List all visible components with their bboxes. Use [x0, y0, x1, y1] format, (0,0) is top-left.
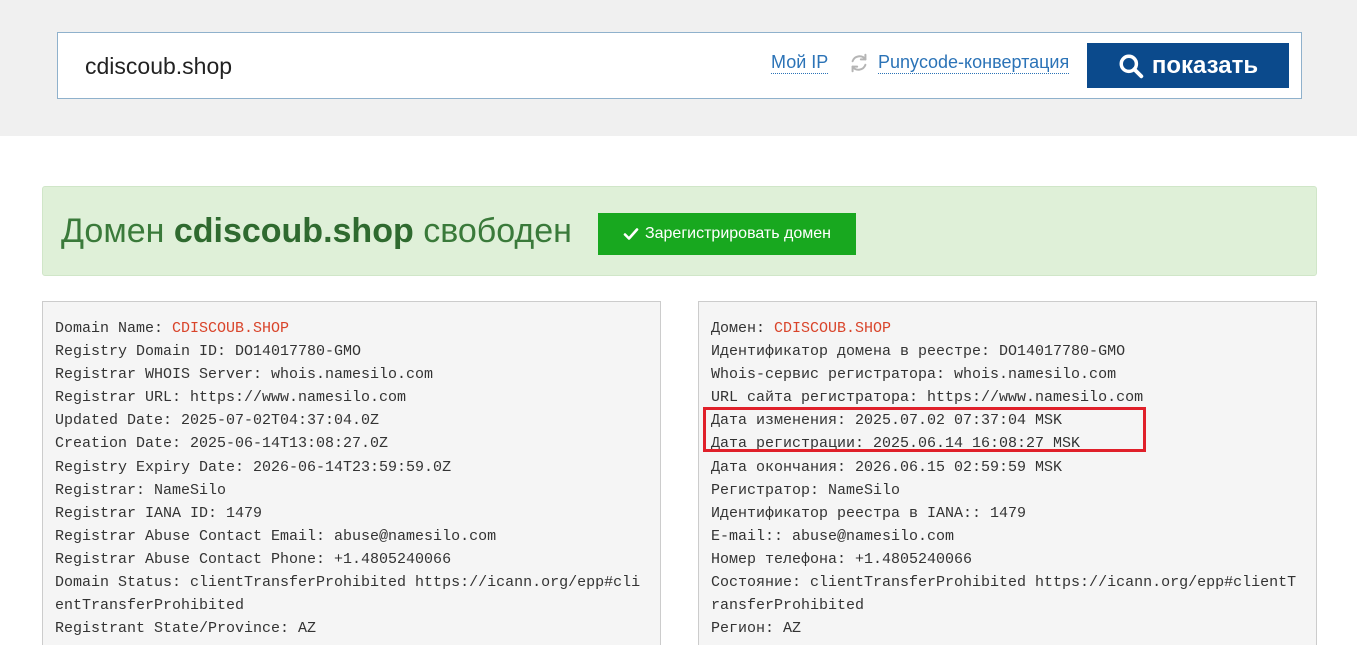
whois-line-created: Дата регистрации: 2025.06.14 16:08:27 MS… [711, 435, 1081, 453]
whois-line: Идентификатор реестра в IANA:: 1479 [711, 504, 1027, 522]
whois-line: Registrar Abuse Contact Email: abuse@nam… [55, 527, 497, 545]
whois-line: Registry Domain ID: DO14017780-GMO [55, 343, 362, 361]
search-icon [1119, 54, 1144, 78]
whois-line: Registrant State/Province: AZ [55, 620, 317, 638]
whois-line: E-mail:: abuse@namesilo.com [711, 527, 955, 545]
whois-line: Registry Expiry Date: 2026-06-14T23:59:5… [55, 458, 452, 476]
refresh-icon [851, 53, 867, 73]
whois-line-domain: Domain Name: CDISCOUB.SHOP [55, 317, 660, 340]
domain-status-panel: Домен cdiscoub.shop свободен Зарегистрир… [42, 186, 1317, 276]
whois-line: Registrar IANA ID: 1479 [55, 504, 263, 522]
whois-translated-panel: Домен: CDISCOUB.SHOP Идентификатор домен… [698, 301, 1317, 645]
whois-line: Whois-сервис регистратора: whois.namesil… [711, 366, 1117, 384]
status-domain: cdiscoub.shop [173, 212, 414, 250]
whois-line: Domain Status: clientTransferProhibited … [55, 574, 641, 615]
punycode-link[interactable]: Punycode-конвертация [878, 51, 1070, 74]
whois-line: Registrar Abuse Contact Phone: +1.480524… [55, 550, 452, 568]
domain-value: CDISCOUB.SHOP [774, 320, 892, 337]
whois-line: URL сайта регистратора: https://www.name… [711, 389, 1144, 407]
whois-line: Состояние: clientTransferProhibited http… [711, 574, 1297, 615]
whois-line: Номер телефона: +1.4805240066 [711, 550, 973, 568]
whois-line: Updated Date: 2025-07-02T04:37:04.0Z [55, 412, 380, 430]
whois-line-domain: Домен: CDISCOUB.SHOP [711, 317, 1316, 340]
show-button-label: показать [1151, 51, 1259, 79]
show-button[interactable]: показать [1087, 43, 1289, 88]
search-bar: Мой IP Punycode-конвертация показать [57, 32, 1302, 99]
whois-raw-panel: Domain Name: CDISCOUB.SHOP Registry Doma… [42, 301, 661, 645]
domain-search-input[interactable] [85, 49, 685, 83]
register-domain-button[interactable]: Зарегистрировать домен [598, 213, 856, 255]
search-header: Мой IP Punycode-конвертация показать [0, 0, 1357, 136]
domain-label: Domain Name: [55, 320, 173, 337]
whois-line: Дата окончания: 2026.06.15 02:59:59 MSK [711, 458, 1063, 476]
register-button-label: Зарегистрировать домен [644, 225, 832, 242]
whois-line: Creation Date: 2025-06-14T13:08:27.0Z [55, 435, 389, 453]
whois-line: Registrar: NameSilo [55, 481, 227, 499]
whois-line: Регистратор: NameSilo [711, 481, 901, 499]
domain-label: Домен: [711, 320, 775, 337]
check-icon [623, 228, 639, 240]
my-ip-link[interactable]: Мой IP [771, 51, 829, 74]
whois-line: Идентификатор домена в реестре: DO140177… [711, 343, 1126, 361]
status-prefix: Домен [61, 212, 174, 250]
whois-line-updated: Дата изменения: 2025.07.02 07:37:04 MSK [711, 412, 1063, 430]
whois-line: Registrar URL: https://www.namesilo.com [55, 389, 407, 407]
status-suffix: свободен [413, 212, 572, 250]
domain-status-title: Домен cdiscoub.shop свободен [61, 211, 572, 251]
whois-line: Регион: AZ [711, 620, 802, 638]
domain-value: CDISCOUB.SHOP [172, 320, 290, 337]
whois-line: Registrar WHOIS Server: whois.namesilo.c… [55, 366, 434, 384]
